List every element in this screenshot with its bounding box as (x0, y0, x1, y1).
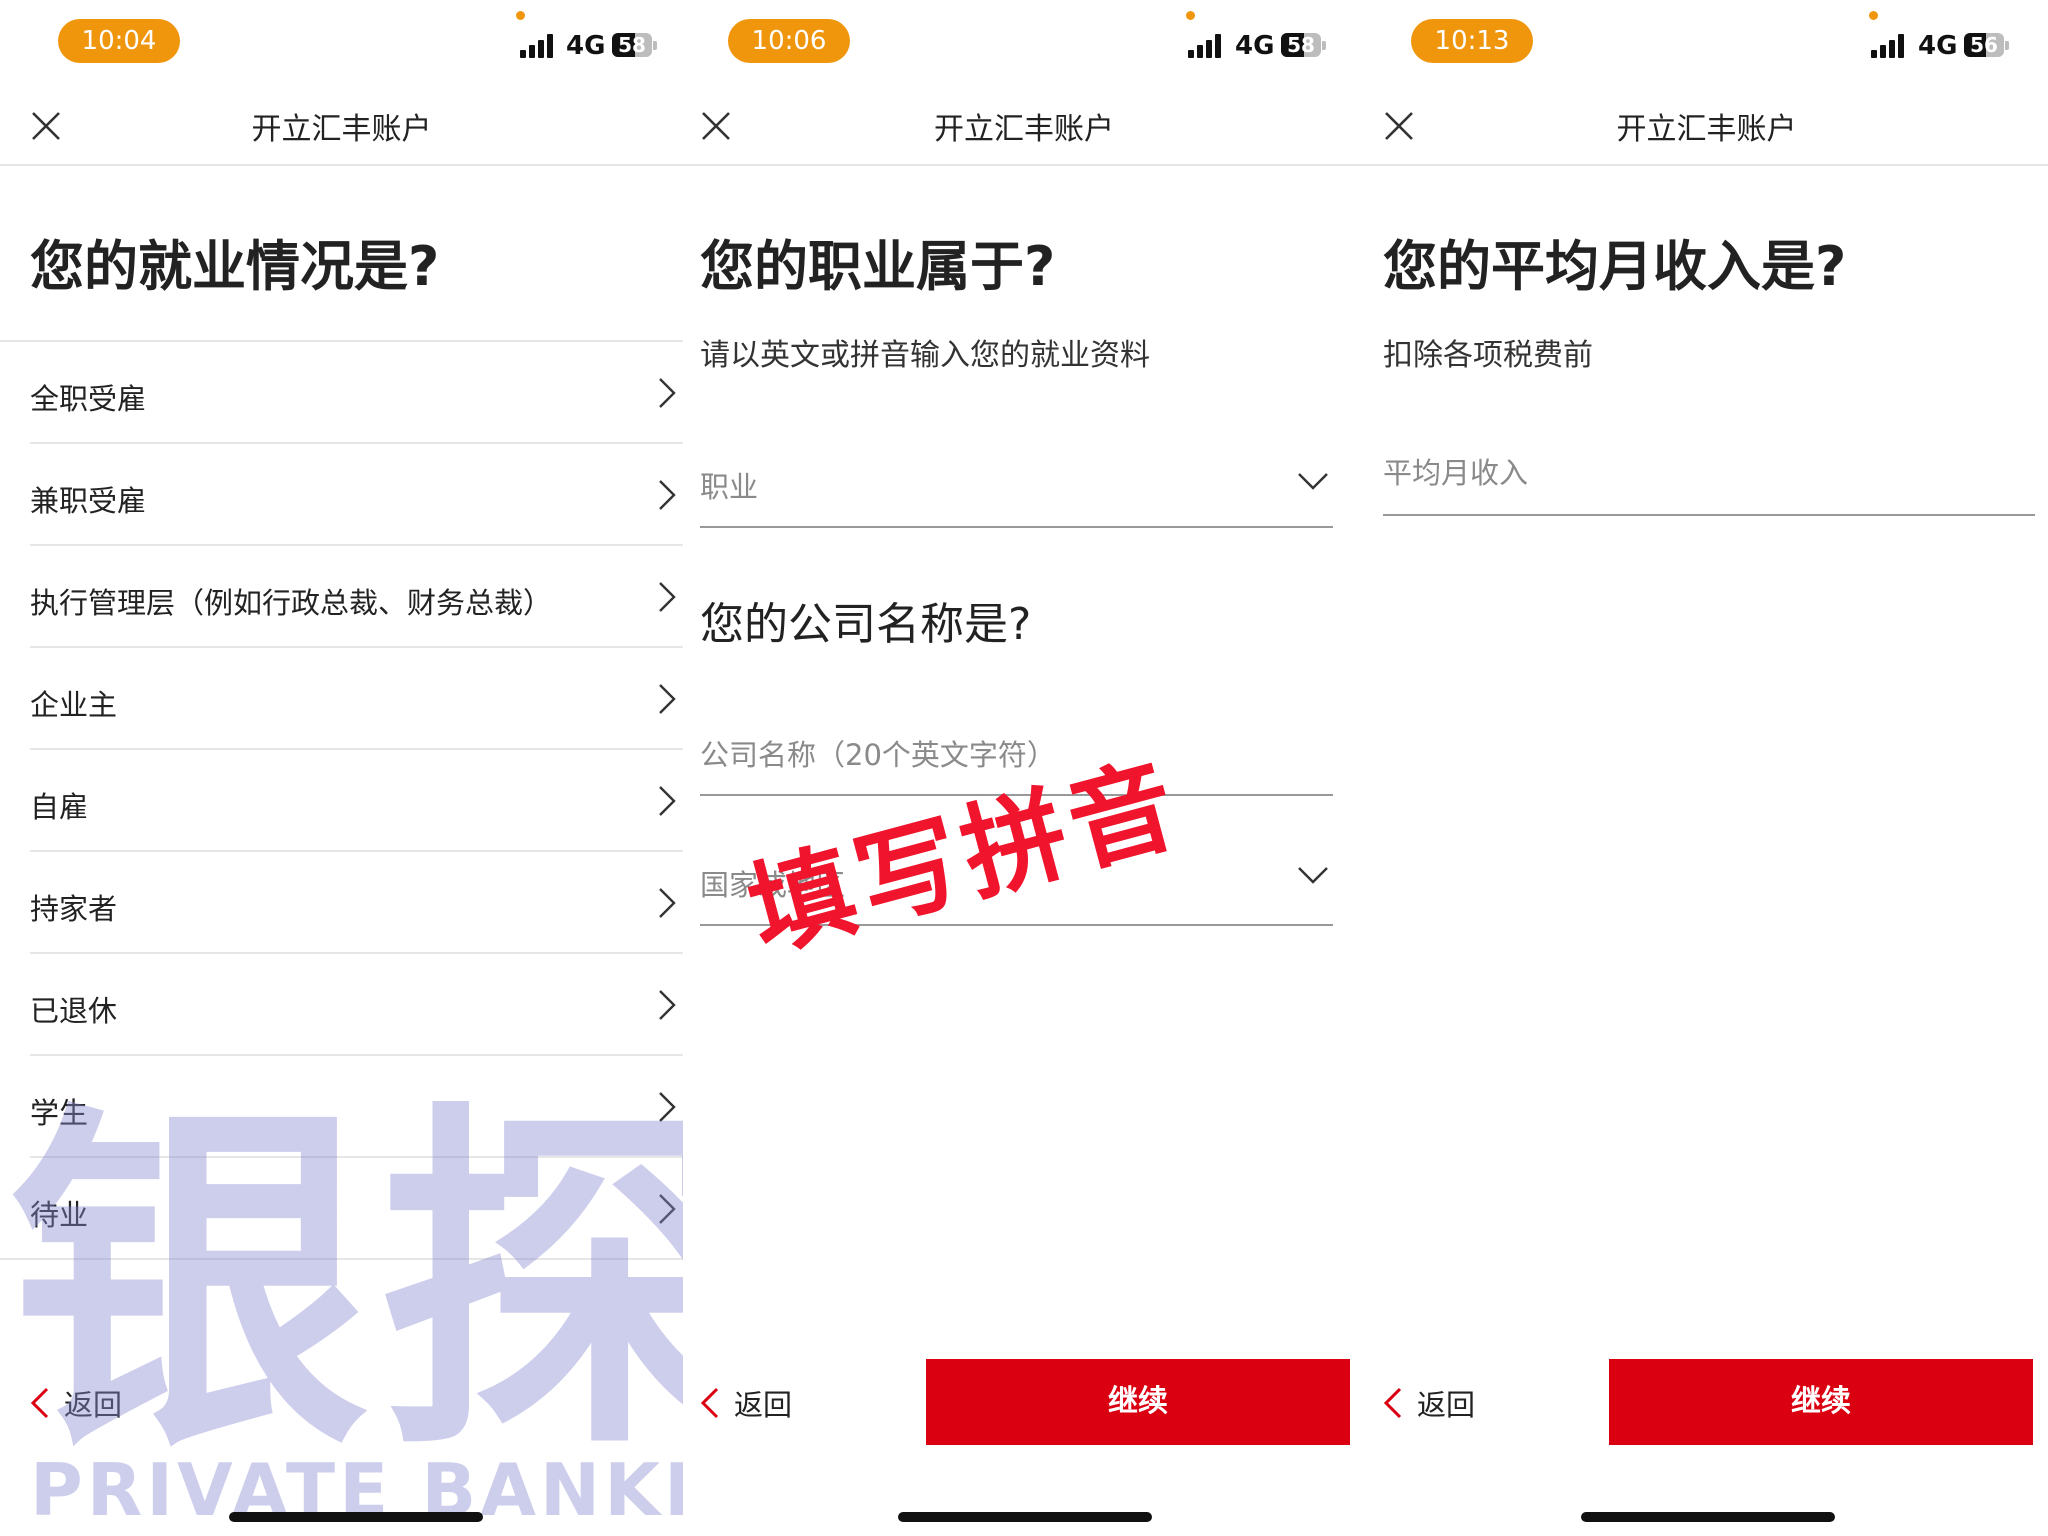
option-label: 企业主 (30, 688, 118, 722)
monthly-income-input[interactable]: 平均月收入 (1383, 430, 2035, 516)
header-divider (683, 164, 1365, 166)
back-label: 返回 (734, 1388, 793, 1422)
option-label: 兼职受雇 (30, 484, 147, 518)
option-label: 全职受雇 (30, 382, 147, 416)
chevron-right-icon (659, 888, 676, 918)
continue-button[interactable]: 继续 (926, 1359, 1350, 1445)
employment-option[interactable]: 自雇 (30, 750, 683, 852)
status-time: 10:06 (728, 19, 850, 63)
chevron-right-icon (659, 582, 676, 612)
option-label: 持家者 (30, 892, 118, 926)
network-type: 4G (1918, 31, 1958, 61)
option-label: 已退休 (30, 994, 118, 1028)
signal-icon (1188, 34, 1221, 58)
employment-option[interactable]: 兼职受雇 (30, 444, 683, 546)
header-divider (1365, 164, 2048, 166)
monthly-income-screen: 10:13 4G 56 开立汇丰账户 您的平均月收入是? 扣除各项税费前 平均月… (1365, 0, 2048, 1536)
employment-option[interactable]: 执行管理层（例如行政总裁、财务总裁） (30, 546, 683, 648)
home-indicator (229, 1512, 483, 1522)
home-indicator (1581, 1512, 1835, 1522)
signal-icon (1871, 34, 1904, 58)
chevron-right-icon (659, 684, 676, 714)
instruction-text: 请以英文或拼音输入您的就业资料 (700, 338, 1150, 373)
network-type: 4G (566, 31, 606, 61)
chevron-right-icon (659, 480, 676, 510)
status-time: 10:04 (58, 19, 180, 63)
page-title: 您的就业情况是? (30, 235, 440, 298)
occupation-dropdown[interactable]: 职业 (700, 440, 1333, 528)
network-type: 4G (1235, 31, 1275, 61)
employment-status-screen: 10:04 4G 58 开立汇丰账户 您的就业情况是? 全职受雇 兼职受雇 执行… (0, 0, 683, 1536)
battery-tip (2005, 41, 2009, 50)
page-title: 您的平均月收入是? (1383, 235, 1847, 298)
battery-icon: 58 (612, 33, 652, 57)
privacy-indicator-dot (1186, 11, 1195, 20)
chevron-down-icon (1298, 473, 1328, 490)
chevron-left-icon (700, 1387, 719, 1419)
signal-icon (520, 34, 553, 58)
chevron-right-icon (659, 990, 676, 1020)
back-button[interactable]: 返回 (700, 1378, 792, 1428)
header-title: 开立汇丰账户 (251, 112, 432, 147)
option-label: 执行管理层（例如行政总裁、财务总裁） (30, 586, 553, 620)
company-section-title: 您的公司名称是? (700, 599, 1032, 650)
back-label: 返回 (1417, 1388, 1476, 1422)
privacy-indicator-dot (516, 11, 525, 20)
battery-icon: 58 (1281, 33, 1321, 57)
battery-tip (1322, 41, 1326, 50)
status-time: 10:13 (1411, 19, 1533, 63)
income-hint: 扣除各项税费前 (1383, 338, 1593, 373)
header-title: 开立汇丰账户 (934, 112, 1114, 147)
employment-option[interactable]: 全职受雇 (30, 342, 683, 444)
chevron-left-icon (1383, 1387, 1402, 1419)
option-label: 自雇 (30, 790, 89, 824)
battery-level: 56 (1970, 33, 1998, 57)
battery-icon: 56 (1964, 33, 2004, 57)
employment-option[interactable]: 已退休 (30, 954, 683, 1056)
chevron-right-icon (659, 786, 676, 816)
home-indicator (898, 1512, 1152, 1522)
occupation-placeholder: 职业 (700, 470, 759, 504)
privacy-indicator-dot (1869, 11, 1878, 20)
employment-option[interactable]: 持家者 (30, 852, 683, 954)
employment-option[interactable]: 企业主 (30, 648, 683, 750)
income-placeholder: 平均月收入 (1383, 456, 1529, 490)
battery-level: 58 (1287, 33, 1315, 57)
battery-level: 58 (618, 33, 646, 57)
page-title: 您的职业属于? (700, 235, 1056, 298)
back-button[interactable]: 返回 (1383, 1378, 1475, 1428)
watermark-logo: 银探 (8, 1075, 683, 1494)
battery-tip (653, 41, 657, 50)
header-title: 开立汇丰账户 (1616, 112, 1797, 147)
chevron-down-icon (1298, 867, 1328, 884)
continue-button[interactable]: 继续 (1609, 1359, 2033, 1445)
header-divider (0, 164, 683, 166)
chevron-right-icon (659, 378, 676, 408)
